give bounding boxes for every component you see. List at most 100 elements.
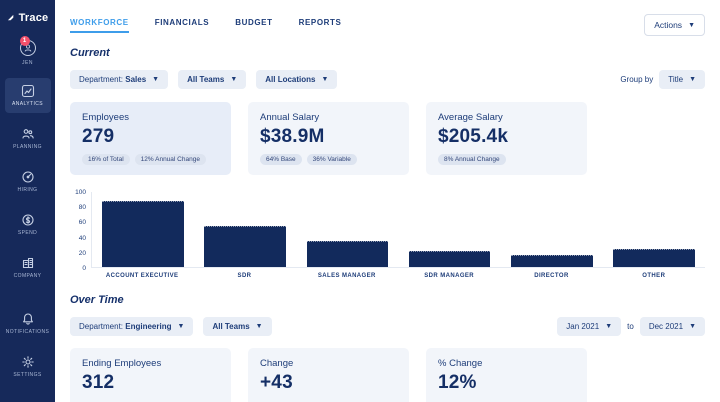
end-date-value: Dec 2021 <box>648 322 684 331</box>
notification-count-badge: 1 <box>19 36 30 46</box>
bar-column <box>194 192 296 267</box>
chevron-down-icon: ▼ <box>689 76 696 83</box>
brand-name: Trace <box>18 12 49 24</box>
bar-column <box>399 192 501 267</box>
sidebar-item-label: ANALYTICS <box>11 101 43 107</box>
filter-label: Department: <box>79 322 124 331</box>
analytics-chart-icon <box>21 84 34 98</box>
main-content: WORKFORCE FINANCIALS BUDGET REPORTS Acti… <box>55 0 720 402</box>
sidebar-item-planning[interactable]: PLANNING <box>5 121 51 156</box>
chevron-down-icon: ▼ <box>255 323 263 330</box>
department-filter-overtime[interactable]: Department: Engineering ▼ <box>70 317 194 336</box>
metric-card-annual-salary[interactable]: Annual Salary $38.9M 64% Base 36% Variab… <box>248 102 409 175</box>
start-date-value: Jan 2021 <box>566 322 600 331</box>
tab-financials[interactable]: FINANCIALS <box>155 18 209 33</box>
x-tick-label: ACCOUNT EXECUTIVE <box>105 273 179 279</box>
sidebar-item-company[interactable]: COMPANY <box>5 250 51 285</box>
card-title: Employees <box>82 112 129 123</box>
chevron-down-icon: ▼ <box>230 76 238 83</box>
section-title-over-time: Over Time <box>70 294 124 306</box>
metric-card-employees[interactable]: Employees 279 16% of Total 12% Annual Ch… <box>70 102 231 175</box>
group-by-dropdown[interactable]: Title ▼ <box>659 70 705 89</box>
metric-card-percent-change[interactable]: % Change 12% <box>426 348 587 402</box>
y-tick-label: 60 <box>78 219 86 227</box>
bar <box>102 201 184 267</box>
card-value: 312 <box>82 372 115 393</box>
x-tick-label: DIRECTOR <box>534 273 569 279</box>
metric-card-average-salary[interactable]: Average Salary $205.4k 8% Annual Change <box>426 102 587 175</box>
filter-value: Sales <box>125 75 147 84</box>
sidebar-item-label: SPEND <box>17 230 38 236</box>
chevron-down-icon: ▼ <box>689 323 696 330</box>
metric-card-change[interactable]: Change +43 <box>248 348 409 402</box>
sidebar-item-label: HIRING <box>17 187 38 193</box>
overtime-filter-row: Department: Engineering ▼ All Teams ▼ Ja… <box>70 317 705 336</box>
sidebar-item-hiring[interactable]: HIRING <box>5 164 51 199</box>
actions-button-label: Actions <box>654 20 683 30</box>
bar-column <box>296 192 398 267</box>
gear-icon <box>21 356 34 368</box>
trace-logo-icon <box>7 14 13 20</box>
app-root: Trace 1 JEN ANALYTICS PLANNING HIRING SP… <box>0 0 720 402</box>
tab-budget[interactable]: BUDGET <box>235 18 272 33</box>
sidebar-item-settings[interactable]: SETTINGS <box>5 349 51 384</box>
x-tick-label: SALES MANAGER <box>317 273 376 279</box>
sidebar-item-label: COMPANY <box>13 273 42 279</box>
sidebar-item-label: SETTINGS <box>13 372 42 378</box>
card-badge: 16% of Total <box>82 154 130 165</box>
bar <box>306 240 389 267</box>
x-axis-labels: ACCOUNT EXECUTIVE SDR SALES MANAGER SDR MAN… <box>91 273 705 279</box>
sidebar: Trace 1 JEN ANALYTICS PLANNING HIRING SP… <box>0 0 55 402</box>
chevron-down-icon: ▼ <box>152 76 160 83</box>
card-badge: 36% Variable <box>306 154 357 165</box>
section-title-current: Current <box>70 47 110 59</box>
y-tick-label: 20 <box>78 249 86 257</box>
date-range-separator: to <box>627 322 634 331</box>
start-date-dropdown[interactable]: Jan 2021 ▼ <box>557 317 622 336</box>
bar-column <box>501 192 603 267</box>
user-menu[interactable]: 1 JEN <box>19 36 36 66</box>
teams-filter-overtime[interactable]: All Teams ▼ <box>203 317 272 336</box>
filter-value: All Locations <box>265 75 316 84</box>
filter-value: Engineering <box>125 322 172 331</box>
card-badge: 12% Annual Change <box>134 154 206 165</box>
sidebar-item-analytics[interactable]: ANALYTICS <box>4 78 51 113</box>
locations-filter[interactable]: All Locations ▼ <box>256 70 338 89</box>
top-navigation: WORKFORCE FINANCIALS BUDGET REPORTS Acti… <box>70 0 705 36</box>
sidebar-footer: NOTIFICATIONS SETTINGS <box>5 306 51 392</box>
filter-label: Department: <box>79 75 124 84</box>
bar <box>408 251 491 267</box>
x-tick-label: SDR MANAGER <box>424 273 475 279</box>
building-icon <box>22 257 33 269</box>
headcount-bar-chart: 0 20 40 60 80 100 ACCOUNT EXECUTIVE SDR SALES M… <box>70 189 705 279</box>
card-title: Change <box>260 358 294 369</box>
metric-card-ending-employees[interactable]: Ending Employees 312 <box>70 348 231 402</box>
sidebar-item-spend[interactable]: SPEND <box>5 207 51 242</box>
sidebar-item-label: NOTIFICATIONS <box>5 329 50 335</box>
card-title: Average Salary <box>438 112 503 123</box>
end-date-dropdown[interactable]: Dec 2021 ▼ <box>639 317 705 336</box>
card-value: 12% <box>438 372 477 393</box>
bar-plot <box>91 192 705 268</box>
y-tick-label: 40 <box>78 234 86 242</box>
group-by-label: Group by <box>620 75 654 84</box>
card-value: $205.4k <box>438 126 509 147</box>
filter-value: All Teams <box>187 75 225 84</box>
tab-reports[interactable]: REPORTS <box>299 18 342 33</box>
y-tick-label: 80 <box>78 204 86 212</box>
card-value: $38.9M <box>260 126 325 147</box>
department-filter[interactable]: Department: Sales ▼ <box>70 70 169 89</box>
actions-button[interactable]: Actions ▼ <box>644 14 705 36</box>
group-by-value: Title <box>668 75 684 84</box>
sidebar-item-notifications[interactable]: NOTIFICATIONS <box>5 306 51 341</box>
card-value: +43 <box>260 372 293 393</box>
people-icon <box>21 129 34 139</box>
y-tick-label: 0 <box>82 265 86 272</box>
teams-filter[interactable]: All Teams ▼ <box>178 70 247 89</box>
card-badge: 8% Annual Change <box>438 154 506 165</box>
tab-workforce[interactable]: WORKFORCE <box>70 18 129 33</box>
chevron-down-icon: ▼ <box>177 323 185 330</box>
bar-column <box>92 192 194 267</box>
chevron-down-icon: ▼ <box>321 76 329 83</box>
chevron-down-icon: ▼ <box>605 323 613 330</box>
